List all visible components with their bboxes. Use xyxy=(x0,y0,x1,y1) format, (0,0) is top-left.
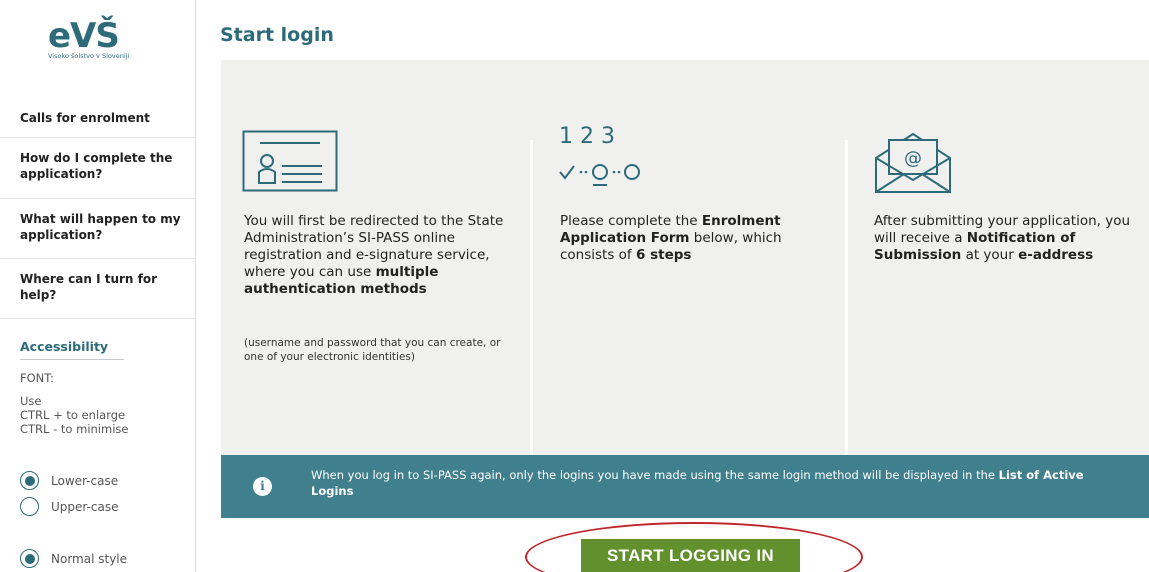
info-bar: i When you log in to SI-PASS again, only… xyxy=(221,455,1149,518)
radio-label: Normal style xyxy=(51,551,128,566)
radio-selected-icon[interactable] xyxy=(20,549,39,568)
sidebar-item-where-help[interactable]: Where can I turn for help? xyxy=(0,259,196,319)
notification-text: After submitting your application, you w… xyxy=(874,213,1139,264)
complete-form-text: Please complete the Enrolment Applicatio… xyxy=(560,213,820,264)
sidebar-nav: Calls for enrolment How do I complete th… xyxy=(0,98,196,319)
radio-selected-icon[interactable] xyxy=(20,471,39,490)
logo-tagline: Visoko šolstvo v Sloveniji xyxy=(48,52,130,60)
font-help-text: Use CTRL + to enlarge CTRL - to minimise xyxy=(20,394,128,436)
auth-methods-note: (username and password that you can crea… xyxy=(244,337,501,363)
radio-unselected-icon[interactable] xyxy=(20,497,39,516)
radio-label: Upper-case xyxy=(51,499,119,514)
font-help-line: Use xyxy=(20,394,42,408)
id-card-icon xyxy=(242,130,338,192)
envelope-at-icon: @ xyxy=(875,132,951,193)
complete-form-steps: 6 steps xyxy=(635,247,692,263)
column-divider xyxy=(530,140,533,460)
accessibility-title: Accessibility xyxy=(20,339,124,360)
font-help-line: CTRL - to minimise xyxy=(20,422,129,436)
sidebar: eVŠ Visoko šolstvo v Sloveniji Calls for… xyxy=(0,0,196,572)
redirect-info-text: You will first be redirected to the Stat… xyxy=(244,213,519,298)
radio-label: Lower-case xyxy=(51,473,119,488)
logo-mark: eVŠ xyxy=(48,16,120,56)
sidebar-item-how-to-complete[interactable]: How do I complete the application? xyxy=(0,138,196,199)
svg-text:@: @ xyxy=(904,148,922,169)
sidebar-item-what-will-happen[interactable]: What will happen to my application? xyxy=(0,199,196,259)
complete-form-text-pre: Please complete the xyxy=(560,213,702,229)
evs-logo[interactable]: eVŠ Visoko šolstvo v Sloveniji xyxy=(48,18,129,60)
notification-text-mid: at your xyxy=(961,247,1019,263)
steps-numbers: 1 2 3 xyxy=(559,124,615,149)
notification-text-eaddress: e-address xyxy=(1018,247,1094,263)
login-steps-panel: You will first be redirected to the Stat… xyxy=(221,60,1149,518)
radio-lower-case[interactable]: Lower-case xyxy=(20,471,118,490)
radio-upper-case[interactable]: Upper-case xyxy=(20,497,118,516)
sidebar-item-calls-for-enrolment[interactable]: Calls for enrolment xyxy=(0,98,196,138)
font-label: FONT: xyxy=(20,371,54,385)
radio-normal-style[interactable]: Normal style xyxy=(20,549,127,568)
steps-icon xyxy=(559,164,640,186)
column-divider xyxy=(845,140,848,460)
start-logging-in-button[interactable]: START LOGGING IN xyxy=(581,539,800,572)
font-help-line: CTRL + to enlarge xyxy=(20,408,126,422)
page-title: Start login xyxy=(220,24,334,46)
info-icon: i xyxy=(253,477,272,496)
info-text: When you log in to SI-PASS again, only t… xyxy=(311,467,1121,499)
info-text-pre: When you log in to SI-PASS again, only t… xyxy=(311,468,999,482)
redirect-text: You will first be redirected to the Stat… xyxy=(244,213,504,280)
